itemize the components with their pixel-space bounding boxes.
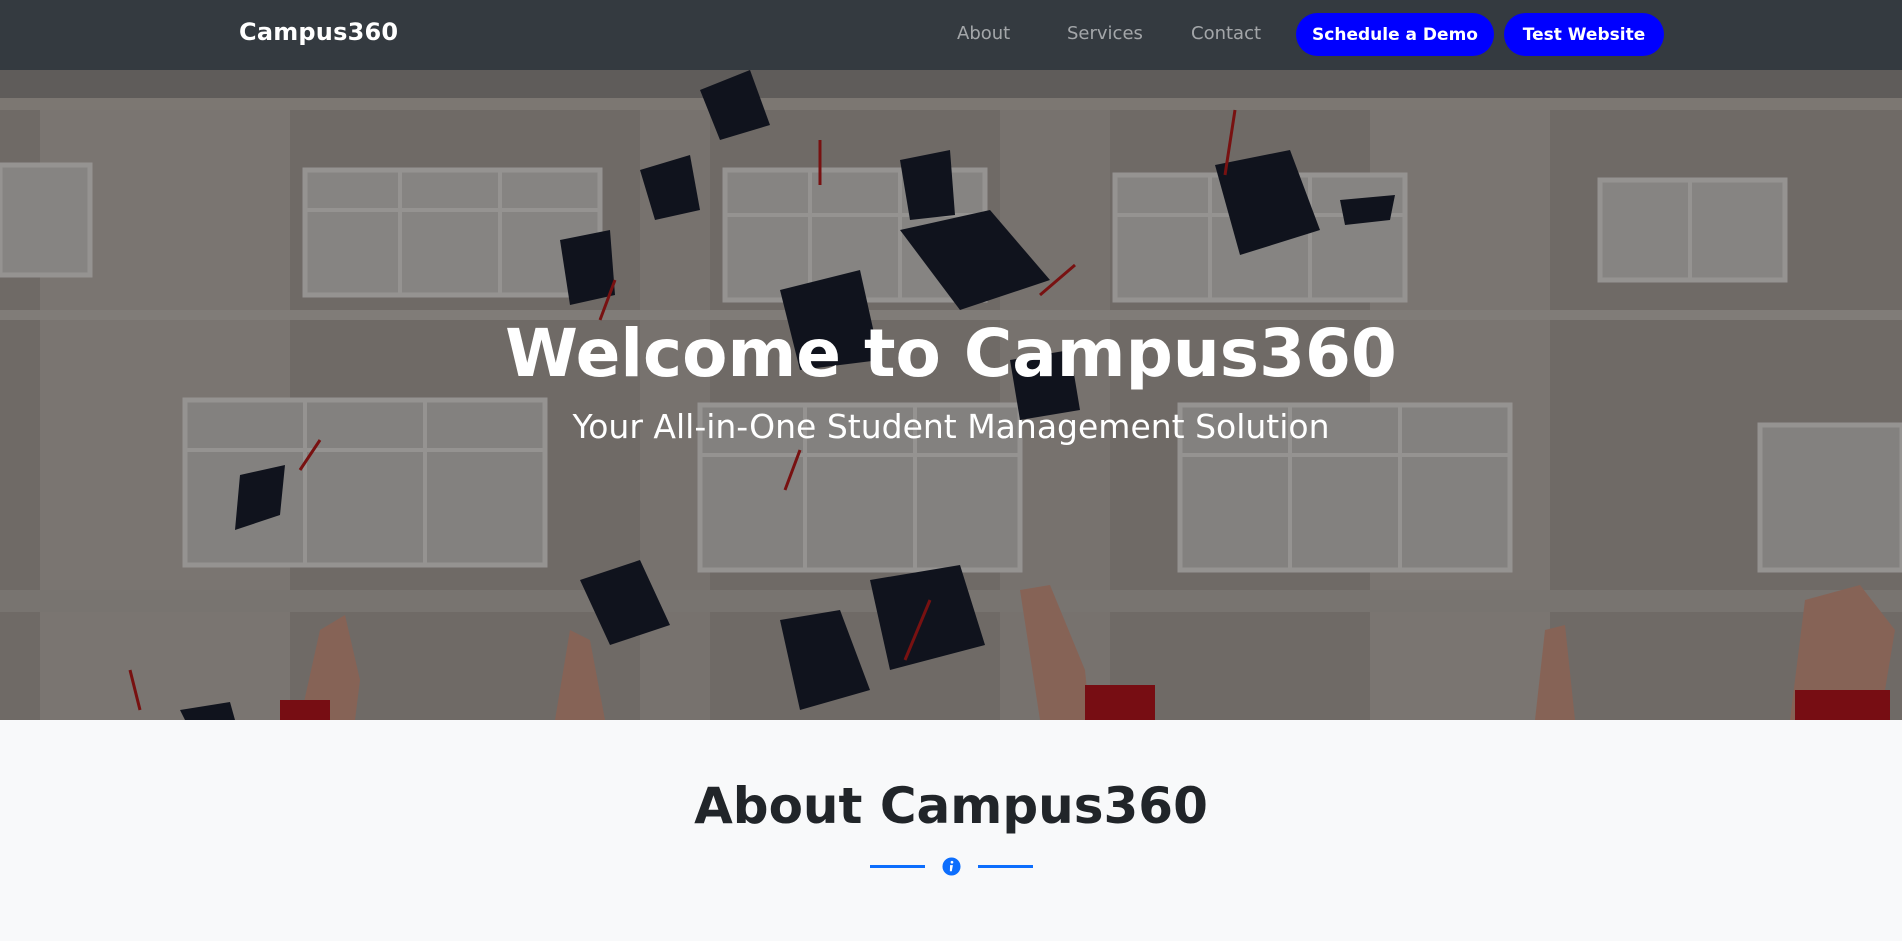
info-icon: [942, 857, 961, 876]
hero-subtitle: Your All-in-One Student Management Solut…: [572, 407, 1330, 446]
divider-left-line: [870, 865, 925, 868]
about-title: About Campus360: [694, 777, 1208, 835]
about-section: About Campus360: [0, 720, 1902, 941]
nav-link-services[interactable]: Services: [1067, 23, 1143, 44]
schedule-demo-button[interactable]: Schedule a Demo: [1296, 13, 1494, 56]
navbar: Campus360 About Services Contact Schedul…: [0, 0, 1902, 70]
hero-dark-overlay: [0, 70, 1902, 720]
divider-right-line: [978, 865, 1033, 868]
hero-section: Welcome to Campus360 Your All-in-One Stu…: [0, 70, 1902, 720]
nav-link-about[interactable]: About: [957, 23, 1010, 44]
hero-title: Welcome to Campus360: [505, 315, 1397, 392]
brand-logo[interactable]: Campus360: [239, 18, 398, 46]
test-website-button[interactable]: Test Website: [1504, 13, 1664, 56]
nav-link-contact[interactable]: Contact: [1191, 23, 1261, 44]
